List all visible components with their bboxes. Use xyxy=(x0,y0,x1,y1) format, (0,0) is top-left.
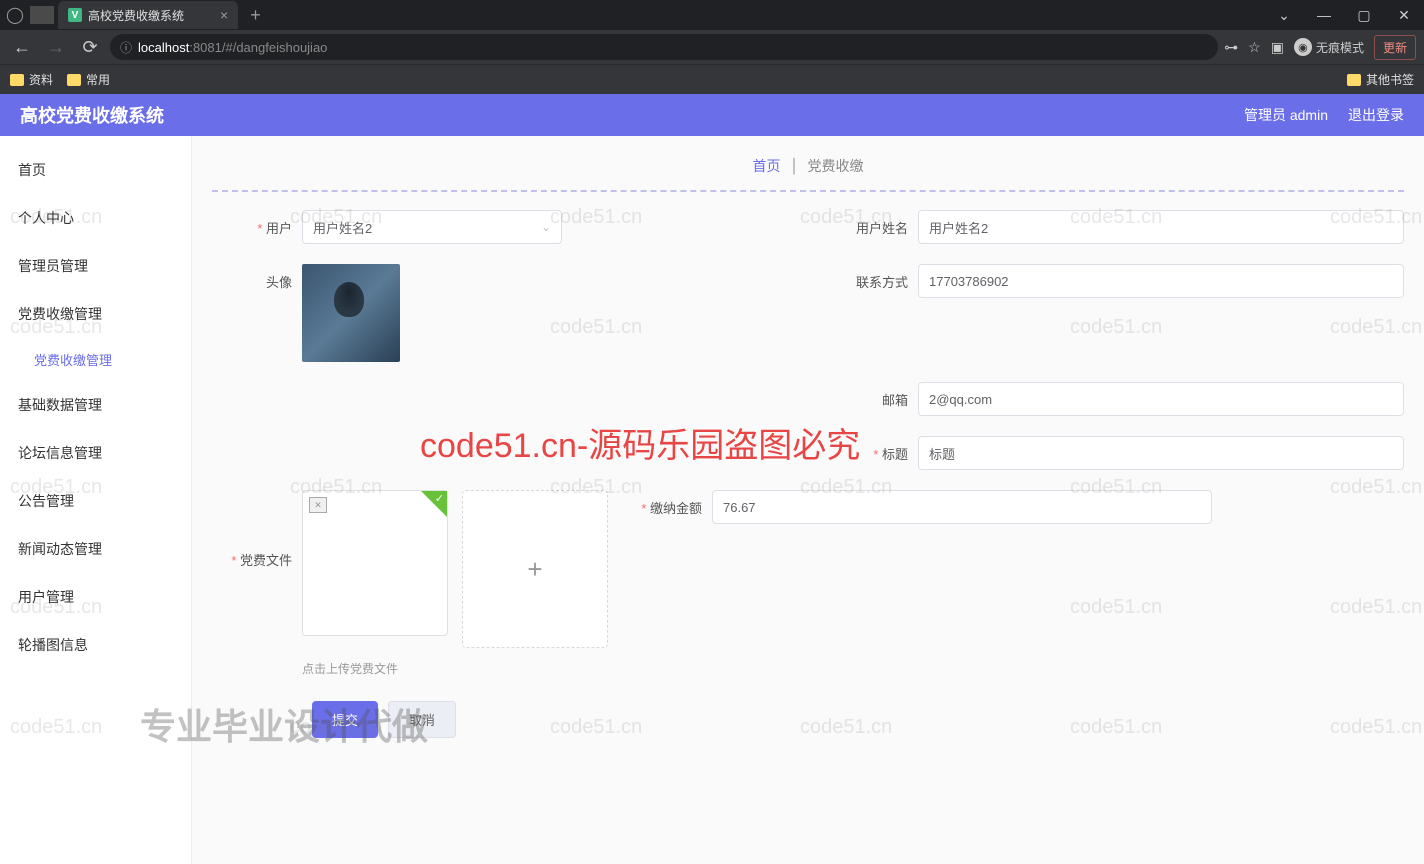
user-label: 用户 xyxy=(212,210,292,237)
logout-link[interactable]: 退出登录 xyxy=(1348,105,1404,125)
window-maximize-icon[interactable]: ▢ xyxy=(1344,0,1384,30)
bookmark-bar: 资料 常用 其他书签 xyxy=(0,64,1424,94)
title-label: 标题 xyxy=(828,436,908,463)
title-input[interactable]: 标题 xyxy=(918,436,1404,470)
cancel-button[interactable]: 取消 xyxy=(388,701,456,738)
url-text: localhost:8081/#/dangfeishoujiao xyxy=(138,40,327,55)
site-info-icon[interactable]: ⓘ xyxy=(120,39,132,56)
sidebar-item-admin[interactable]: 管理员管理 xyxy=(0,242,191,290)
upload-hint: 点击上传党费文件 xyxy=(302,660,622,677)
nav-reload-icon[interactable]: ⟳ xyxy=(76,33,104,61)
window-minimize-icon[interactable]: — xyxy=(1304,0,1344,30)
sidebar: 首页 个人中心 管理员管理 党费收缴管理 党费收缴管理 基础数据管理 论坛信息管… xyxy=(0,136,192,864)
folder-icon xyxy=(1347,74,1361,86)
breadcrumb-separator-icon: ⎮ xyxy=(790,158,797,174)
amount-label: 缴纳金额 xyxy=(622,490,702,524)
vue-favicon: V xyxy=(68,8,82,22)
sidebar-item-basedata[interactable]: 基础数据管理 xyxy=(0,381,191,429)
incognito-badge[interactable]: ◉ 无痕模式 xyxy=(1294,38,1364,56)
folder-icon xyxy=(67,74,81,86)
sidebar-item-forum[interactable]: 论坛信息管理 xyxy=(0,429,191,477)
sidebar-item-carousel[interactable]: 轮播图信息 xyxy=(0,621,191,669)
breadcrumb-home[interactable]: 首页 xyxy=(752,158,780,174)
username-input[interactable]: 用户姓名2 xyxy=(918,210,1404,244)
nav-forward-icon[interactable]: → xyxy=(42,33,70,61)
breadcrumb: 首页 ⎮ 党费收缴 xyxy=(212,150,1404,192)
upload-add-button[interactable]: + xyxy=(462,490,608,648)
browser-tab-active[interactable]: V 高校党费收缴系统 × xyxy=(58,1,238,29)
amount-input[interactable]: 76.67 xyxy=(712,490,1212,524)
avatar-label: 头像 xyxy=(212,264,292,291)
phone-input[interactable]: 17703786902 xyxy=(918,264,1404,298)
sidebar-item-fee[interactable]: 党费收缴管理 xyxy=(0,290,191,338)
file-label: 党费文件 xyxy=(212,490,292,569)
window-close-icon[interactable]: ✕ xyxy=(1384,0,1424,30)
browser-tab-bar: ◯ V 高校党费收缴系统 × + ⌄ — ▢ ✕ xyxy=(0,0,1424,30)
tab-blank-1[interactable]: ◯ xyxy=(0,0,30,30)
username-label: 用户姓名 xyxy=(828,210,908,237)
folder-icon xyxy=(10,74,24,86)
user-select[interactable]: 用户姓名2 ⌄ xyxy=(302,210,562,244)
avatar-image xyxy=(302,264,400,362)
phone-label: 联系方式 xyxy=(828,264,908,291)
url-input[interactable]: ⓘ localhost:8081/#/dangfeishoujiao xyxy=(110,34,1218,60)
header-user-link[interactable]: 管理员 admin xyxy=(1244,105,1328,125)
email-input[interactable]: 2@qq.com xyxy=(918,382,1404,416)
window-dropdown-icon[interactable]: ⌄ xyxy=(1264,0,1304,30)
app-header: 高校党费收缴系统 管理员 admin 退出登录 xyxy=(0,94,1424,136)
submit-button[interactable]: 提交 xyxy=(312,701,378,738)
star-icon[interactable]: ☆ xyxy=(1248,39,1261,56)
check-icon: ✓ xyxy=(435,492,444,505)
bookmark-folder-1[interactable]: 资料 xyxy=(10,71,53,88)
sidebar-item-user[interactable]: 用户管理 xyxy=(0,573,191,621)
bookmark-folder-2[interactable]: 常用 xyxy=(67,71,110,88)
bookmark-other[interactable]: 其他书签 xyxy=(1347,71,1414,88)
app-title: 高校党费收缴系统 xyxy=(20,102,164,128)
sidebar-item-home[interactable]: 首页 xyxy=(0,146,191,194)
uploaded-file-card[interactable]: ✓ xyxy=(302,490,448,636)
new-tab-button[interactable]: + xyxy=(250,5,261,26)
broken-image-icon xyxy=(309,497,327,513)
key-icon[interactable]: ⊶ xyxy=(1224,39,1238,56)
content-area: 首页 ⎮ 党费收缴 用户 用户姓名2 ⌄ 用户姓名 用户姓名2 头像 xyxy=(192,136,1424,864)
sidebar-subitem-fee[interactable]: 党费收缴管理 xyxy=(0,338,191,381)
sidebar-item-news[interactable]: 新闻动态管理 xyxy=(0,525,191,573)
sidebar-item-profile[interactable]: 个人中心 xyxy=(0,194,191,242)
chevron-down-icon: ⌄ xyxy=(541,220,551,234)
extension-icon[interactable]: ▣ xyxy=(1271,39,1284,56)
incognito-icon: ◉ xyxy=(1294,38,1312,56)
tab-blank-2[interactable] xyxy=(30,6,54,24)
tab-close-icon[interactable]: × xyxy=(220,7,228,23)
email-label: 邮箱 xyxy=(828,382,908,409)
nav-back-icon[interactable]: ← xyxy=(8,33,36,61)
update-button[interactable]: 更新 xyxy=(1374,35,1416,60)
tab-title: 高校党费收缴系统 xyxy=(88,7,184,24)
sidebar-item-notice[interactable]: 公告管理 xyxy=(0,477,191,525)
breadcrumb-current: 党费收缴 xyxy=(808,158,864,174)
browser-address-bar: ← → ⟳ ⓘ localhost:8081/#/dangfeishoujiao… xyxy=(0,30,1424,64)
